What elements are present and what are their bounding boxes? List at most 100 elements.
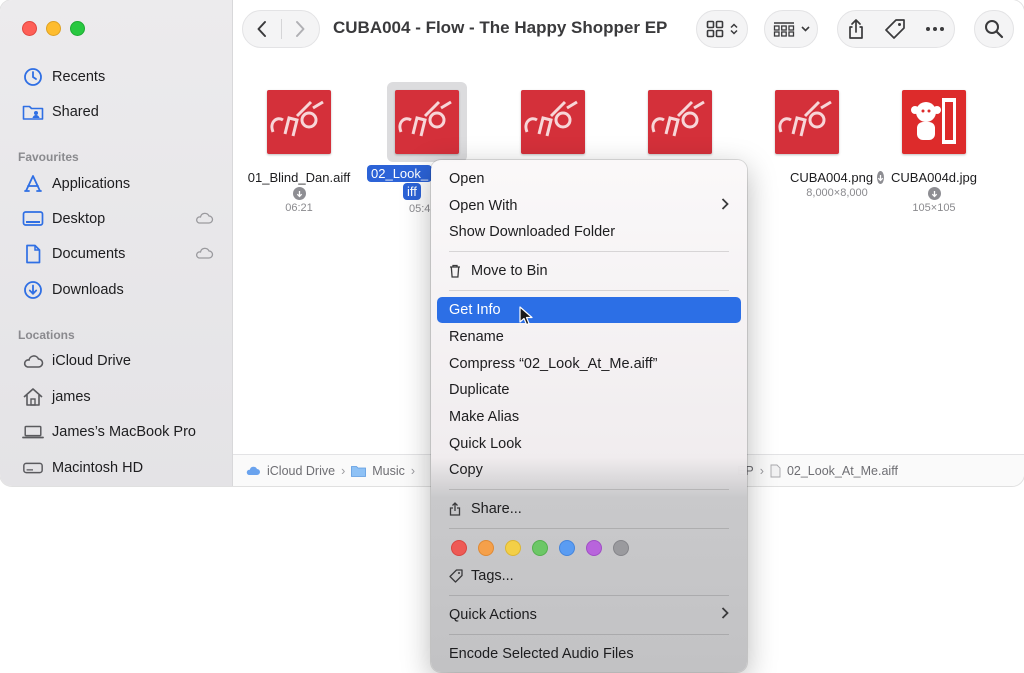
zoom-window-button[interactable] (70, 21, 85, 36)
file-thumbnail-wrap (894, 82, 974, 162)
home-icon (22, 386, 44, 408)
tag-yellow[interactable] (505, 540, 521, 556)
sidebar-item-home[interactable]: james (22, 383, 222, 411)
menu-item-show-downloaded-folder[interactable]: Show Downloaded Folder (437, 219, 741, 245)
sidebar-item-label: James’s MacBook Pro (52, 424, 196, 440)
menu-item-rename[interactable]: Rename (437, 324, 741, 350)
window-controls (22, 21, 85, 36)
file-item[interactable]: CUBA004.png 8,000×8,000 (747, 82, 885, 199)
menu-separator (449, 489, 729, 490)
tag-gray[interactable] (613, 540, 629, 556)
menu-separator (449, 251, 729, 252)
menu-item-label: Tags... (471, 568, 514, 584)
tag-color-picker (451, 540, 629, 556)
folder-icon (351, 465, 367, 477)
cuba-logo-thumbnail (521, 90, 585, 154)
menu-item-label: Quick Look (449, 436, 522, 452)
trash-icon (449, 264, 463, 278)
sidebar-item-shared[interactable]: Shared (22, 98, 222, 126)
close-window-button[interactable] (22, 21, 37, 36)
file-dimensions: 8,000×8,000 (806, 187, 868, 199)
sidebar-item-label: Desktop (52, 211, 106, 227)
menu-item-duplicate[interactable]: Duplicate (437, 377, 741, 403)
hard-drive-icon (22, 457, 44, 479)
menu-item-open[interactable]: Open (437, 166, 741, 192)
file-item[interactable]: 01_Blind_Dan.aiff 06:21 (239, 82, 359, 214)
chevron-down-icon (800, 26, 810, 32)
view-mode-button[interactable] (696, 10, 748, 48)
tag-purple[interactable] (586, 540, 602, 556)
cloud-download-icon[interactable] (292, 187, 306, 200)
file-item[interactable] (493, 82, 613, 162)
menu-item-open-with[interactable]: Open With (437, 193, 741, 219)
navigation-buttons (242, 10, 320, 48)
chevron-left-icon (257, 21, 266, 37)
share-icon[interactable] (847, 18, 865, 40)
sidebar-item-applications[interactable]: Applications (22, 170, 222, 198)
path-segment[interactable]: 02_Look_At_Me.aiff (787, 464, 898, 478)
menu-item-quick-actions[interactable]: Quick Actions (437, 602, 741, 628)
sidebar-item-icloud-drive[interactable]: iCloud Drive (22, 347, 222, 375)
mouse-cursor-icon (519, 306, 533, 326)
tag-orange[interactable] (478, 540, 494, 556)
menu-item-label: Make Alias (449, 409, 520, 425)
sidebar-item-desktop[interactable]: Desktop (22, 205, 222, 233)
menu-item-get-info[interactable]: Get Info (437, 297, 741, 326)
file-name-row: CUBA004.png (747, 170, 885, 185)
window-title: CUBA004 - Flow - The Happy Shopper EP (333, 18, 668, 37)
back-button[interactable] (243, 10, 281, 48)
search-button[interactable] (974, 10, 1014, 48)
file-item[interactable] (620, 82, 740, 162)
chevron-updown-icon (730, 23, 738, 35)
clock-icon (22, 66, 44, 88)
path-segment[interactable]: iCloud Drive (267, 464, 335, 478)
file-thumbnail-wrap (387, 82, 467, 162)
applications-icon (22, 173, 44, 195)
menu-item-share[interactable]: Share... (437, 496, 741, 522)
minimize-window-button[interactable] (46, 21, 61, 36)
tag-red[interactable] (451, 540, 467, 556)
menu-item-label: Show Downloaded Folder (449, 224, 616, 240)
path-segment[interactable]: Music (372, 464, 405, 478)
sidebar: Recents Shared Favourites Applications D… (0, 0, 233, 486)
sidebar-item-label: iCloud Drive (52, 353, 131, 369)
menu-item-move-to-bin[interactable]: Move to Bin (437, 258, 741, 284)
tag-blue[interactable] (559, 540, 575, 556)
menu-item-tags[interactable]: Tags... (437, 563, 741, 589)
sidebar-item-documents[interactable]: Documents (22, 240, 222, 268)
sidebar-item-label: james (52, 389, 91, 405)
sidebar-item-label: Documents (52, 246, 126, 262)
cloud-download-icon[interactable] (927, 187, 941, 200)
menu-item-make-alias[interactable]: Make Alias (437, 404, 741, 430)
file-item[interactable]: CUBA004d.jpg 105×105 (874, 82, 994, 214)
menu-item-copy[interactable]: Copy (437, 457, 741, 483)
sidebar-item-label: Recents (52, 69, 106, 85)
sidebar-item-macbook[interactable]: James’s MacBook Pro (22, 418, 222, 446)
menu-item-quick-look[interactable]: Quick Look (437, 431, 741, 457)
tag-icon[interactable] (884, 18, 906, 40)
group-by-button[interactable] (764, 10, 818, 48)
context-menu: Open Open With Show Downloaded Folder Mo… (431, 160, 747, 672)
icloud-status-icon (194, 246, 214, 264)
sidebar-item-recents[interactable]: Recents (22, 63, 222, 91)
download-icon (22, 279, 44, 301)
action-buttons-group (837, 10, 955, 48)
sidebar-item-downloads[interactable]: Downloads (22, 276, 222, 304)
menu-item-encode-audio[interactable]: Encode Selected Audio Files (437, 641, 741, 667)
sidebar-item-label: Shared (52, 104, 99, 120)
file-duration: 06:21 (285, 202, 313, 214)
menu-separator (449, 528, 729, 529)
tag-green[interactable] (532, 540, 548, 556)
file-name-line2: iff (403, 183, 421, 200)
menu-item-compress[interactable]: Compress “02_Look_At_Me.aiff” (437, 351, 741, 377)
sidebar-item-label: Downloads (52, 282, 124, 298)
chevron-right-icon (296, 21, 305, 37)
path-separator: › (410, 463, 416, 478)
icloud-status-icon (194, 211, 214, 229)
grid-view-icon (706, 20, 724, 38)
more-icon[interactable] (925, 26, 945, 32)
file-name: CUBA004.png (789, 170, 874, 185)
forward-button[interactable] (281, 10, 319, 48)
sidebar-item-macintosh-hd[interactable]: Macintosh HD (22, 454, 222, 482)
path-separator: › (341, 463, 346, 478)
